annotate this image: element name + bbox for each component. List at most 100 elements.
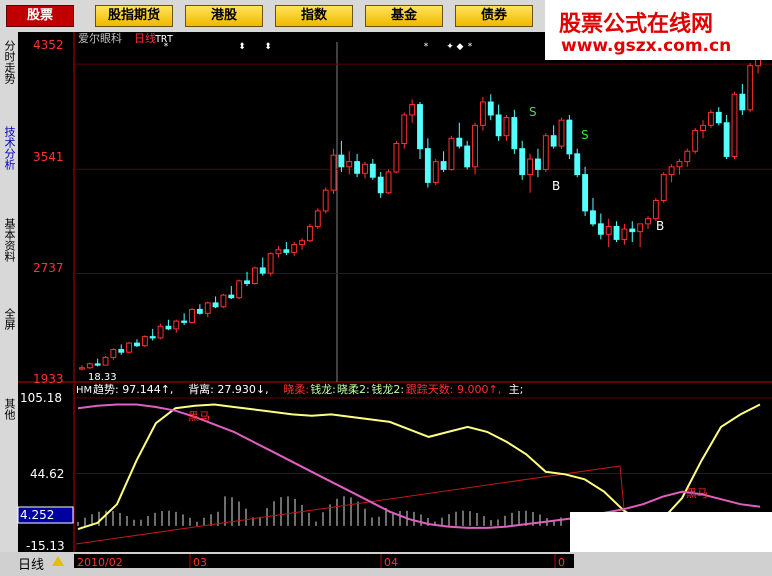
- candle-body: [102, 356, 109, 366]
- candle-body: [566, 119, 573, 155]
- candle-body: [731, 93, 738, 157]
- candle-body: [338, 154, 345, 168]
- candle-body: [86, 363, 93, 369]
- candle-body: [417, 104, 423, 150]
- candle-body: [78, 367, 85, 370]
- candle-body: [118, 349, 125, 353]
- candle-body: [637, 223, 644, 233]
- candle-body: [668, 166, 675, 176]
- y-label-2737: 2737: [33, 261, 64, 275]
- candle-body: [660, 174, 667, 202]
- candle-body: [613, 225, 620, 240]
- candle-body: [495, 114, 502, 137]
- legend-item-6: 跟踪天数: 9.000↑,: [406, 382, 501, 396]
- indicator-name: HM: [76, 385, 92, 396]
- signal-star-marker: *: [468, 42, 473, 52]
- signal-stars: * ⬍ ⬍ * ✦ ◆ *: [164, 42, 473, 52]
- candle-body: [519, 148, 526, 176]
- buy-signal-1: B: [656, 219, 664, 233]
- legend-item-1: 背离: 27.930↓,: [188, 382, 268, 396]
- candlestick-series: [78, 50, 762, 371]
- candle-body: [590, 210, 596, 225]
- candle-body: [511, 117, 518, 150]
- candle-body: [330, 154, 337, 191]
- candle-body: [401, 114, 408, 144]
- candle-body: [189, 308, 195, 323]
- candle-body: [259, 267, 266, 274]
- candle-body: [440, 161, 447, 170]
- indicator-bars: [77, 496, 562, 526]
- candle-body: [432, 161, 439, 183]
- y-label-3541: 3541: [33, 150, 64, 164]
- legend-item-4: 晓柔2:: [337, 383, 370, 396]
- watermark-title: 股票公式在线网: [559, 12, 714, 37]
- candle-body: [464, 145, 471, 168]
- candle-body: [739, 93, 746, 111]
- candle-body: [354, 161, 361, 174]
- candle-body: [165, 325, 172, 330]
- indicator-line-0: [77, 403, 761, 531]
- ind-y-label-bottom: -15.13: [26, 539, 65, 552]
- candle-body: [362, 163, 368, 174]
- candle-body: [393, 142, 400, 173]
- candle-body: [472, 124, 478, 168]
- candle-body: [346, 161, 353, 168]
- sell-signal-1: S: [581, 128, 589, 142]
- signal-star-marker: *: [424, 42, 429, 52]
- candle-body: [605, 225, 612, 235]
- candle-body: [377, 176, 384, 194]
- candle-body: [621, 228, 628, 240]
- overlay-blank-patch: [570, 512, 772, 552]
- indicator-lines: [77, 403, 761, 531]
- chart-canvas[interactable]: 爱尔眼科 日线 TRT 4352 3541 2737 1933 18.33 * ⬍…: [0, 0, 772, 552]
- legend-item-0: 趋势: 97.144↑,: [93, 383, 173, 396]
- candle-body: [747, 65, 754, 111]
- annotation-heima-1: 黑马: [188, 410, 210, 423]
- legend-item-5: 钱龙2:: [371, 382, 404, 396]
- candle-body: [204, 302, 211, 314]
- main-y-labels: 4352 3541 2737 1933: [33, 38, 64, 386]
- candle-body: [409, 104, 416, 116]
- bottom-status-bar: 日线: [0, 552, 772, 576]
- candle-body: [228, 294, 235, 299]
- candle-body: [534, 158, 541, 170]
- candle-body: [306, 225, 313, 242]
- candle-body: [527, 158, 534, 176]
- candle-body: [134, 342, 140, 347]
- candle-body: [707, 111, 714, 126]
- ind-y-label-mid: 44.62: [30, 467, 64, 481]
- candle-body: [212, 302, 219, 308]
- bottom-period-label[interactable]: 日线: [18, 554, 44, 573]
- stock-name: 爱尔眼科: [78, 31, 122, 45]
- candle-body: [652, 200, 659, 220]
- trend-red-line: [75, 465, 629, 552]
- low-price-label: 18.33: [88, 372, 117, 383]
- candle-body: [251, 267, 258, 284]
- indicator-y-labels: 105.18 44.62 4.252 -15.13: [17, 391, 74, 552]
- y-label-1933: 1933: [33, 372, 64, 386]
- sell-signal-0: S: [529, 105, 537, 119]
- candle-body: [448, 137, 455, 170]
- candle-body: [684, 150, 691, 163]
- candle-body: [542, 135, 549, 170]
- candle-body: [236, 280, 243, 299]
- buy-signal-0: B: [552, 179, 560, 193]
- candle-body: [110, 349, 117, 358]
- candle-body: [369, 163, 376, 178]
- candle-body: [629, 228, 636, 233]
- watermark-url: www.gszx.com.cn: [561, 36, 732, 56]
- candle-body: [94, 363, 101, 366]
- y-label-4352: 4352: [33, 38, 64, 52]
- candle-body: [385, 171, 392, 194]
- candle-body: [149, 336, 156, 339]
- candle-body: [645, 218, 651, 225]
- signal-star-marker: ⬍: [238, 42, 246, 52]
- legend-item-3: 钱龙:: [310, 382, 336, 396]
- candle-body: [692, 130, 699, 152]
- candle-body: [715, 111, 722, 124]
- main-gridlines: [74, 63, 772, 274]
- candle-body: [676, 161, 683, 168]
- candle-body: [299, 240, 306, 246]
- candle-body: [173, 320, 180, 330]
- candle-body: [487, 101, 494, 116]
